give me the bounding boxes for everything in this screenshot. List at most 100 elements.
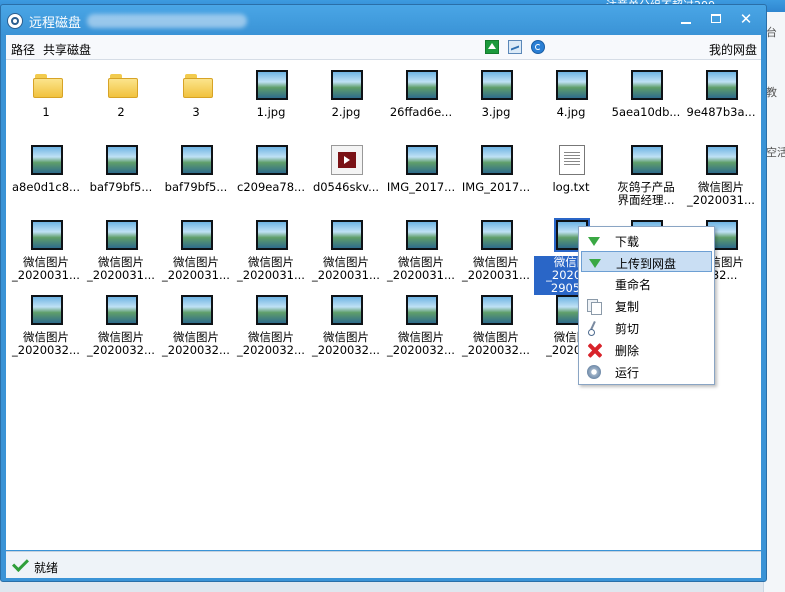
file-item[interactable]: 9e487b3a... (684, 62, 758, 134)
delete-icon (587, 343, 601, 357)
upload-arrow-icon[interactable] (485, 40, 499, 54)
image-thumbnail-icon (406, 145, 438, 175)
maximize-button[interactable] (703, 9, 729, 29)
folder-item[interactable]: 2 (84, 62, 158, 134)
menu-item-label: 上传到网盘 (616, 257, 677, 271)
image-view-icon[interactable] (508, 40, 522, 54)
image-thumbnail-icon (181, 220, 213, 250)
file-name: 2 (117, 106, 125, 119)
file-item[interactable]: 微信图片 _2020031... (384, 212, 458, 284)
file-name-line: _2020031... (162, 268, 230, 282)
file-item[interactable]: IMG_2017... (459, 137, 533, 209)
menu-item-rename[interactable]: 重命名 (581, 273, 712, 294)
file-name: 微信图片 _2020032... (84, 331, 158, 357)
file-item[interactable]: a8e0d1c8... (9, 137, 83, 209)
file-name: a8e0d1c8... (12, 181, 80, 194)
file-name-line: _2020032... (237, 343, 305, 357)
shared-disk-tab[interactable]: 共享磁盘 (43, 41, 91, 58)
file-name-line: _2020032... (387, 343, 455, 357)
folder-item[interactable]: 1 (9, 62, 83, 134)
file-name: 26ffad6e... (389, 106, 453, 119)
file-item[interactable]: 微信图片 _2020031... (234, 212, 308, 284)
file-item[interactable]: log.txt (534, 137, 608, 209)
file-name: 微信图片 _2020032... (234, 331, 308, 357)
image-thumbnail-icon (256, 70, 288, 100)
file-item[interactable]: 微信图片 _2020032... (9, 287, 83, 359)
file-name: 微信图片 _2020031... (234, 256, 308, 282)
file-item[interactable]: 微信图片 _2020031... (84, 212, 158, 284)
file-name: 2.jpg (331, 106, 361, 119)
file-name: 4.jpg (556, 106, 586, 119)
file-item[interactable]: 5aea10db... (609, 62, 683, 134)
file-name-line: _2020031... (312, 268, 380, 282)
file-name: c209ea78... (237, 181, 305, 194)
file-item[interactable]: 3.jpg (459, 62, 533, 134)
menu-item-label: 下载 (615, 235, 640, 249)
file-name-line: _2020032... (462, 343, 530, 357)
menu-item-delete[interactable]: 删除 (581, 339, 712, 360)
image-thumbnail-icon (256, 295, 288, 325)
file-item[interactable]: 微信图片 _2020032... (84, 287, 158, 359)
file-item[interactable]: baf79bf5... (84, 137, 158, 209)
image-thumbnail-icon (256, 220, 288, 250)
menu-item-label: 剪切 (615, 322, 640, 336)
minimize-button[interactable] (673, 9, 699, 29)
file-name: 3 (192, 106, 200, 119)
background-text-3: 空活 (766, 146, 785, 159)
file-name: 微信图片 _2020031... (84, 256, 158, 282)
redacted-title-suffix (87, 14, 247, 28)
menu-item-run[interactable]: 运行 (581, 361, 712, 382)
menu-item-label: 复制 (615, 300, 640, 314)
file-item[interactable]: 26ffad6e... (384, 62, 458, 134)
folder-icon (183, 74, 213, 98)
image-thumbnail-icon (106, 145, 138, 175)
file-item[interactable]: 4.jpg (534, 62, 608, 134)
file-item[interactable]: 微信图片 _2020031... (309, 212, 383, 284)
file-name: 1 (42, 106, 50, 119)
folder-item[interactable]: 3 (159, 62, 233, 134)
file-name-line: _2020032... (12, 343, 80, 357)
close-button[interactable]: ✕ (733, 9, 759, 29)
file-item[interactable]: 微信图片 _2020032... (159, 287, 233, 359)
menu-item-cut[interactable]: 剪切 (581, 317, 712, 338)
file-name-line: _2020031... (237, 268, 305, 282)
file-item[interactable]: 微信图片 _2020031... (459, 212, 533, 284)
image-thumbnail-icon (406, 70, 438, 100)
file-item[interactable]: 微信图片 _2020031... (684, 137, 758, 209)
image-thumbnail-icon (331, 220, 363, 250)
file-name: log.txt (552, 181, 590, 194)
file-item[interactable]: 1.jpg (234, 62, 308, 134)
file-item[interactable]: 微信图片 _2020031... (9, 212, 83, 284)
file-item[interactable]: 微信图片 _2020032... (309, 287, 383, 359)
file-name: 5aea10db... (611, 106, 681, 119)
image-thumbnail-icon (481, 145, 513, 175)
file-item[interactable]: d0546skv... (309, 137, 383, 209)
file-name-line: _2020031... (12, 268, 80, 282)
menu-item-label: 重命名 (615, 278, 652, 292)
file-name-line: _2020032... (312, 343, 380, 357)
file-item[interactable]: 微信图片 _2020032... (459, 287, 533, 359)
my-disk-tab[interactable]: 我的网盘 (709, 41, 757, 58)
file-item[interactable]: 微信图片 _2020032... (234, 287, 308, 359)
file-name: baf79bf5... (89, 181, 153, 194)
file-item[interactable]: 2.jpg (309, 62, 383, 134)
file-name: 灰鸽子产品 界面经理... (609, 181, 683, 207)
file-item[interactable]: IMG_2017... (384, 137, 458, 209)
file-name-line: _2020032... (87, 343, 155, 357)
background-text-2: 教 (766, 86, 777, 99)
file-item[interactable]: 微信图片 _2020032... (384, 287, 458, 359)
menu-item-download[interactable]: 下载 (581, 230, 712, 251)
menu-item-copy[interactable]: 复制 (581, 295, 712, 316)
cut-icon (587, 321, 601, 336)
refresh-icon[interactable] (531, 40, 545, 54)
status-text: 就绪 (34, 561, 59, 575)
window-title: 远程磁盘 (29, 16, 82, 31)
file-name: 微信图片 _2020032... (159, 331, 233, 357)
file-item[interactable]: c209ea78... (234, 137, 308, 209)
download-icon (587, 234, 601, 248)
title-bar[interactable]: 远程磁盘 ✕ (1, 5, 766, 35)
file-item[interactable]: baf79bf5... (159, 137, 233, 209)
menu-item-upload-to-disk[interactable]: 上传到网盘 (581, 251, 712, 272)
file-item[interactable]: 微信图片 _2020031... (159, 212, 233, 284)
file-item[interactable]: 灰鸽子产品 界面经理... (609, 137, 683, 209)
